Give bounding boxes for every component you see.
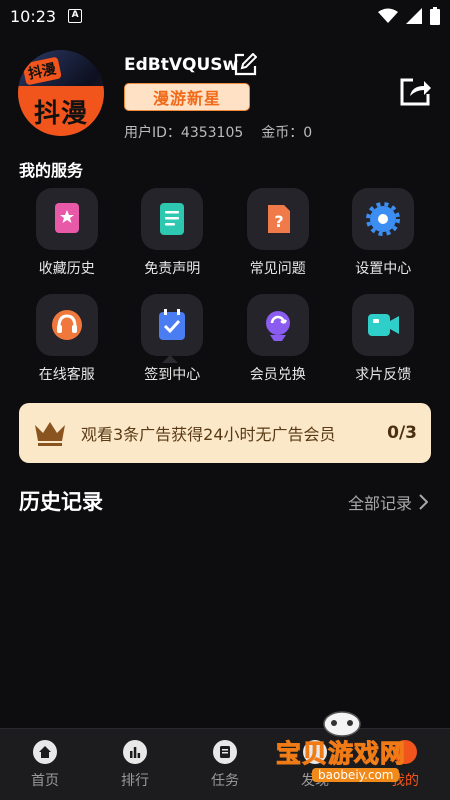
status-bar: 10:23 A — [0, 0, 450, 32]
history-title: 历史记录 — [19, 490, 103, 514]
service-label: 会员兑换 — [249, 367, 306, 383]
account-info: 用户ID：4353105 金币：0 — [124, 122, 312, 142]
status-time: 10:23 — [10, 6, 57, 26]
nav-ranking[interactable]: 排行 — [90, 729, 180, 800]
service-label: 免责声明 — [144, 261, 201, 277]
service-checkin[interactable]: 签到中心 — [120, 294, 226, 390]
headset-icon — [51, 310, 82, 340]
home-icon — [33, 739, 57, 764]
service-label: 求片反馈 — [355, 367, 412, 383]
share-icon[interactable] — [398, 74, 432, 108]
watermark-title: 宝贝游戏网 — [275, 739, 407, 769]
battery-icon — [430, 7, 440, 25]
signal-icon — [406, 8, 422, 24]
nav-home[interactable]: 首页 — [0, 729, 90, 800]
service-disclaimer[interactable]: 免责声明 — [120, 188, 226, 284]
service-label: 收藏历史 — [38, 261, 95, 277]
service-favorites[interactable]: 收藏历史 — [14, 188, 120, 284]
service-request-feedback[interactable]: 求片反馈 — [331, 294, 437, 390]
service-label: 在线客服 — [38, 367, 95, 383]
edit-icon[interactable] — [233, 53, 257, 77]
promo-text: 观看3条广告获得24小时无广告会员 — [81, 425, 336, 444]
services-title: 我的服务 — [19, 161, 84, 180]
view-all-history-link[interactable]: 全部记录 — [348, 490, 428, 514]
service-label: 常见问题 — [249, 261, 306, 277]
notification-a-icon: A — [68, 9, 83, 23]
service-label: 签到中心 — [144, 367, 201, 383]
service-faq[interactable]: ? 常见问题 — [225, 188, 331, 284]
coin-balance: 金币：0 — [261, 125, 313, 141]
task-icon — [213, 739, 237, 764]
service-vip-exchange[interactable]: 会员兑换 — [225, 294, 331, 390]
level-badge: 漫游新星 — [124, 83, 250, 111]
video-icon — [368, 314, 400, 336]
question-icon: ? — [267, 205, 290, 233]
status-icons — [378, 7, 440, 25]
svg-text:?: ? — [274, 212, 283, 231]
service-settings[interactable]: 设置中心 — [331, 188, 437, 284]
wifi-icon — [378, 8, 398, 23]
watermark-url: baobeiy.com — [312, 768, 400, 782]
bookmark-icon — [54, 203, 79, 233]
avatar-logo: 抖漫 — [18, 86, 104, 136]
service-label: 设置中心 — [355, 261, 412, 277]
crown-icon — [35, 422, 65, 446]
avatar[interactable]: 抖漫 抖漫 — [18, 50, 104, 136]
promo-progress: 0/3 — [387, 423, 417, 443]
nav-tasks[interactable]: 任务 — [180, 729, 270, 800]
exchange-icon — [265, 311, 290, 341]
user-id: 用户ID：4353105 — [124, 125, 244, 141]
chevron-right-icon — [419, 494, 428, 510]
site-watermark: 宝贝游戏网 baobeiy.com — [272, 711, 432, 794]
document-icon — [160, 203, 185, 235]
services-grid: 收藏历史 免责声明 ? 常见问题 设置中心 在线客服 签到中心 会员兑换 求片反… — [14, 188, 436, 390]
chart-icon — [123, 739, 147, 764]
ad-reward-banner[interactable]: 观看3条广告获得24小时无广告会员 0/3 — [19, 403, 431, 463]
gear-icon — [366, 202, 401, 236]
active-caret — [162, 355, 178, 363]
username: EdBtVQUSw — [124, 55, 239, 75]
checkin-icon — [159, 309, 186, 340]
service-support[interactable]: 在线客服 — [14, 294, 120, 390]
